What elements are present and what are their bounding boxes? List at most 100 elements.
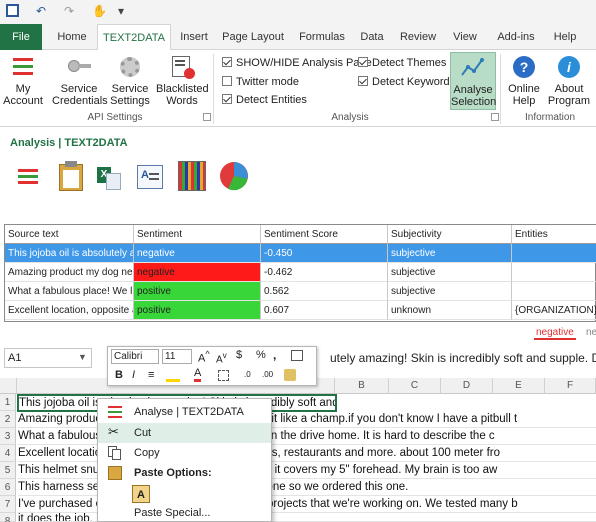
word-cloud-icon[interactable]	[178, 161, 206, 191]
row-header[interactable]: 5	[0, 462, 16, 479]
scissors-icon: ✂	[108, 424, 119, 439]
service-settings-label: Service Settings	[110, 83, 150, 107]
pie-chart-icon[interactable]	[219, 161, 249, 191]
show-hide-pane-checkbox[interactable]: SHOW/HIDE Analysis Pane	[222, 57, 372, 71]
clipboard-icon[interactable]	[57, 160, 85, 192]
key-icon	[66, 54, 92, 80]
analysis-launcher[interactable]	[491, 113, 499, 121]
tab-review[interactable]: Review	[396, 24, 440, 50]
tab-next[interactable]: ne	[586, 327, 596, 338]
menu-lines-icon	[10, 54, 36, 80]
menu-item-analyse[interactable]: Analyse | TEXT2DATA	[98, 402, 271, 422]
analyse-selection-button[interactable]: Analyse Selection	[450, 52, 496, 110]
row-header[interactable]: 6	[0, 479, 16, 496]
tab-home[interactable]: Home	[48, 24, 96, 50]
clipboard-icon	[108, 466, 122, 480]
chevron-down-icon[interactable]: ▼	[78, 352, 87, 362]
paste-keep-text-icon[interactable]: A	[132, 485, 150, 503]
menu-item-cut[interactable]: ✂ Cut	[98, 423, 271, 443]
font-size-select[interactable]: 11	[162, 349, 192, 364]
detect-entities-checkbox[interactable]: Detect Entities	[222, 94, 307, 108]
column-header-e[interactable]: E	[493, 378, 545, 394]
row-header[interactable]: 2	[0, 411, 16, 428]
column-header-b[interactable]: B	[335, 378, 389, 394]
table-header-row: Source text Sentiment Sentiment Score Su…	[5, 225, 596, 244]
touch-mode-icon[interactable]: ✋	[92, 4, 107, 18]
results-table: Source text Sentiment Sentiment Score Su…	[4, 224, 596, 322]
font-select[interactable]: Calibri	[111, 349, 159, 364]
font-color-icon[interactable]: A	[194, 368, 202, 382]
align-icon[interactable]: ≡	[148, 369, 154, 381]
my-account-button[interactable]: My Account	[2, 52, 44, 107]
column-header-c[interactable]: C	[389, 378, 441, 394]
shrink-font-icon[interactable]: Av	[216, 350, 227, 365]
cell-entities	[512, 263, 596, 282]
col-sentiment-score[interactable]: Sentiment Score	[261, 225, 388, 244]
tab-text2data[interactable]: TEXT2DATA	[97, 24, 171, 51]
analyse-selection-label: Analyse Selection	[451, 84, 497, 108]
paste-special-label: Paste Special...	[134, 507, 211, 519]
detect-themes-checkbox[interactable]: Detect Themes	[358, 57, 446, 71]
pane-menu-icon[interactable]	[18, 167, 40, 185]
row-header[interactable]: 1	[0, 394, 16, 411]
col-entities[interactable]: Entities	[512, 225, 596, 244]
comma-button[interactable]: ,	[273, 348, 276, 362]
menu-item-copy[interactable]: Copy	[98, 443, 271, 463]
currency-button[interactable]: $	[236, 349, 242, 361]
table-row[interactable]: This jojoba oil is absolutely a... negat…	[5, 244, 596, 263]
menu-item-paste-special[interactable]: Paste Special...	[98, 505, 271, 522]
row-header[interactable]: 3	[0, 428, 16, 445]
excel-export-icon[interactable]: X	[97, 165, 123, 191]
tab-view[interactable]: View	[448, 24, 482, 50]
table-row[interactable]: Amazing product my dog nen... negative -…	[5, 263, 596, 282]
save-icon[interactable]	[6, 4, 19, 17]
tab-help[interactable]: Help	[548, 24, 582, 50]
column-header-d[interactable]: D	[441, 378, 493, 394]
undo-button[interactable]: ↶	[36, 4, 46, 18]
tab-formulas[interactable]: Formulas	[294, 24, 350, 50]
table-row[interactable]: What a fabulous place! We l... positive …	[5, 282, 596, 301]
row-header[interactable]: 4	[0, 445, 16, 462]
customize-qat-button[interactable]: ▾	[118, 4, 124, 18]
tab-file[interactable]: File	[0, 24, 42, 50]
increase-decimal-icon[interactable]: .0	[244, 370, 251, 379]
service-credentials-button[interactable]: Service Credentials	[52, 52, 108, 107]
cell-subjectivity: unknown	[388, 301, 512, 320]
format-painter-icon[interactable]	[284, 369, 296, 381]
service-settings-button[interactable]: Service Settings	[108, 52, 152, 107]
bold-button[interactable]: B	[115, 369, 123, 381]
italic-button[interactable]: I	[132, 369, 135, 381]
col-sentiment[interactable]: Sentiment	[134, 225, 261, 244]
blacklisted-words-button[interactable]: Blacklisted Words	[156, 52, 209, 107]
cell-source-text: Excellent location, opposite a...	[5, 301, 134, 320]
cell-sentiment: positive	[134, 301, 261, 320]
about-program-button[interactable]: i About Program	[546, 52, 592, 107]
col-source-text[interactable]: Source text	[5, 225, 134, 244]
online-help-button[interactable]: ? Online Help	[505, 52, 543, 107]
decrease-decimal-icon[interactable]: .00	[262, 370, 273, 379]
borders-icon[interactable]	[218, 370, 229, 381]
redo-button[interactable]: ↷	[64, 4, 74, 18]
tab-negative[interactable]: negative	[534, 327, 576, 340]
table-row[interactable]: Excellent location, opposite a... positi…	[5, 301, 596, 320]
tab-insert[interactable]: Insert	[172, 24, 216, 50]
tab-data[interactable]: Data	[356, 24, 388, 50]
detect-keywords-checkbox[interactable]: Detect Keywords	[358, 76, 455, 90]
tab-add-ins[interactable]: Add-ins	[492, 24, 540, 50]
detect-themes-label: Detect Themes	[372, 57, 447, 69]
formula-input[interactable]: utely amazing! Skin is incredibly soft a…	[330, 351, 596, 365]
row-header[interactable]: 8	[0, 513, 16, 522]
grow-font-icon[interactable]: A^	[198, 349, 210, 365]
text-icon[interactable]: A	[137, 165, 163, 189]
percent-button[interactable]: %	[256, 349, 266, 361]
format-table-icon[interactable]	[291, 350, 303, 361]
row-header[interactable]: 7	[0, 496, 16, 513]
tab-page-layout[interactable]: Page Layout	[220, 24, 286, 50]
col-subjectivity[interactable]: Subjectivity	[388, 225, 512, 244]
fill-color-icon[interactable]	[166, 369, 180, 382]
menu-item-analyse-label: Analyse | TEXT2DATA	[134, 406, 244, 418]
row-col-corner[interactable]	[0, 378, 17, 394]
column-header-f[interactable]: F	[545, 378, 596, 394]
api-settings-launcher[interactable]	[203, 113, 211, 121]
twitter-mode-checkbox[interactable]: Twitter mode	[222, 76, 299, 90]
